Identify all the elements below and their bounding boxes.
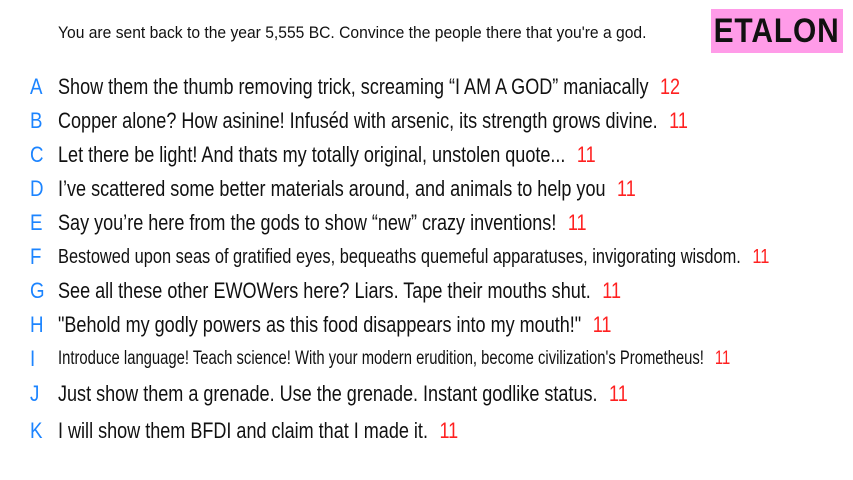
response-score: 11 — [602, 278, 621, 303]
response-row-e: E Say you’re here from the gods to show … — [0, 206, 853, 240]
response-letter: I — [30, 346, 36, 371]
response-text: See all these other EWOWers here? Liars.… — [58, 278, 591, 303]
etalon-badge-label: ETALON — [713, 11, 841, 50]
response-entry: I will show them BFDI and claim that I m… — [58, 414, 458, 448]
response-entry: Copper alone? How asinine! Infuséd with … — [58, 104, 688, 138]
response-text: Show them the thumb removing trick, scre… — [58, 74, 649, 99]
prompt-text: You are sent back to the year 5,555 BC. … — [58, 23, 647, 42]
response-text: Just show them a grenade. Use the grenad… — [58, 381, 598, 406]
response-letter: B — [30, 108, 43, 133]
response-text: I will show them BFDI and claim that I m… — [58, 418, 428, 443]
response-letter: C — [30, 142, 44, 167]
response-text: Introduce language! Teach science! With … — [58, 348, 704, 369]
response-letter: K — [30, 418, 43, 443]
response-entry: Just show them a grenade. Use the grenad… — [58, 377, 628, 411]
response-entry: Show them the thumb removing trick, scre… — [58, 70, 680, 104]
response-row-j: J Just show them a grenade. Use the gren… — [0, 377, 853, 411]
response-row-i: I Introduce language! Teach science! Wit… — [0, 342, 853, 376]
response-letter: J — [30, 381, 40, 406]
response-row-k: K I will show them BFDI and claim that I… — [0, 414, 853, 448]
response-entry: Let there be light! And thats my totally… — [58, 138, 596, 172]
response-score: 11 — [616, 176, 636, 201]
response-entry: Say you’re here from the gods to show “n… — [58, 206, 587, 240]
response-row-c: C Let there be light! And thats my total… — [0, 138, 853, 172]
response-score: 12 — [660, 74, 681, 99]
response-entry: Introduce language! Teach science! With … — [58, 342, 730, 376]
response-text: Copper alone? How asinine! Infuséd with … — [58, 108, 658, 133]
response-text: Say you’re here from the gods to show “n… — [58, 210, 557, 235]
response-score: 11 — [609, 381, 628, 406]
response-entry: "Behold my godly powers as this food dis… — [58, 308, 611, 342]
response-score: 11 — [576, 142, 596, 167]
etalon-badge: ETALON — [711, 9, 843, 53]
response-row-d: D I’ve scattered some better materials a… — [0, 172, 853, 206]
response-text: Let there be light! And thats my totally… — [58, 142, 566, 167]
response-letter: H — [30, 312, 44, 337]
response-text: "Behold my godly powers as this food dis… — [58, 312, 582, 337]
response-row-f: F Bestowed upon seas of gratified eyes, … — [0, 240, 853, 274]
response-text: I’ve scattered some better materials aro… — [58, 176, 606, 201]
response-score: 11 — [439, 418, 459, 443]
response-entry: Bestowed upon seas of gratified eyes, be… — [58, 240, 769, 274]
response-score: 11 — [752, 246, 770, 268]
response-letter: F — [30, 244, 42, 269]
response-score: 11 — [567, 210, 587, 235]
response-row-g: G See all these other EWOWers here? Liar… — [0, 274, 853, 308]
response-entry: I’ve scattered some better materials aro… — [58, 172, 636, 206]
response-letter: E — [30, 210, 43, 235]
response-entry: See all these other EWOWers here? Liars.… — [58, 274, 621, 308]
response-letter: D — [30, 176, 44, 201]
response-score: 11 — [669, 108, 688, 133]
response-text: Bestowed upon seas of gratified eyes, be… — [58, 246, 741, 268]
response-row-a: A Show them the thumb removing trick, sc… — [0, 70, 853, 104]
response-row-h: H "Behold my godly powers as this food d… — [0, 308, 853, 342]
response-score: 11 — [592, 312, 612, 337]
response-row-b: B Copper alone? How asinine! Infuséd wit… — [0, 104, 853, 138]
response-letter: G — [30, 278, 45, 303]
response-letter: A — [30, 74, 43, 99]
response-score: 11 — [714, 348, 731, 369]
